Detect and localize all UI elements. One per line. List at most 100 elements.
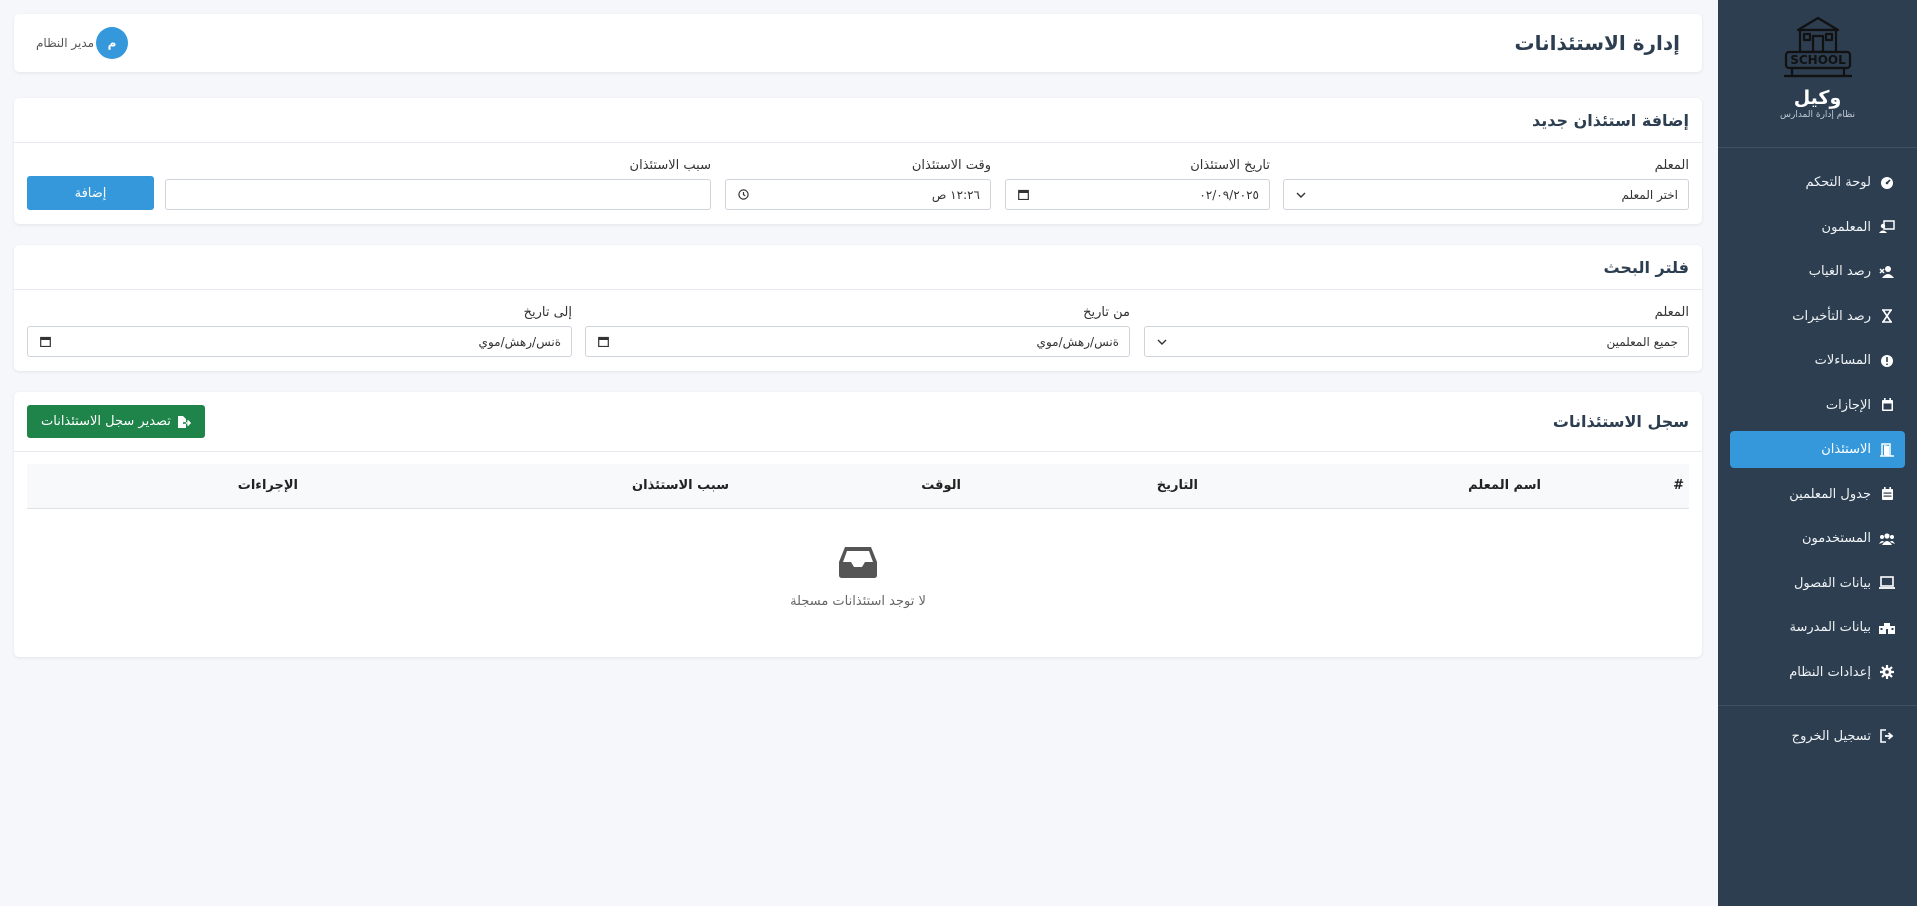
table-header: # اسم المعلم التاريخ الوقت سبب الاستئذان… <box>27 464 1689 509</box>
filter-card: فلتر البحث المعلم جميع المعلمين من تاريخ… <box>14 245 1702 371</box>
to-date-group: إلى تاريخ ةنس/رهش/موي <box>27 305 572 357</box>
sidebar-item-label: المستخدمون <box>1801 531 1871 546</box>
sidebar-item-label: الإجازات <box>1825 397 1871 413</box>
calendar-icon[interactable] <box>38 336 52 347</box>
column-header-reason: سبب الاستئذان <box>632 478 729 493</box>
date-input[interactable]: ٠٢/٠٩/٢٠٢٥ <box>1005 179 1270 210</box>
sidebar-item-teacher-schedule[interactable]: جدول المعلمين <box>1730 476 1905 513</box>
filter-header: فلتر البحث <box>14 245 1702 290</box>
export-button[interactable]: تصدير سجل الاستئذانات <box>27 405 205 438</box>
teacher-select-group: المعلم اختر المعلم <box>1283 158 1689 210</box>
filter-teacher-value: جميع المعلمين <box>1606 334 1678 349</box>
permissions-log-header: سجل الاستئذانات تصدير سجل الاستئذانات <box>14 392 1702 452</box>
hourglass-icon <box>1879 308 1895 324</box>
column-header-teacher-name: اسم المعلم <box>1468 478 1541 493</box>
empty-state: لا توجد استئذانات مسجلة <box>14 544 1702 609</box>
sidebar-item-accountability[interactable]: المساءلات <box>1730 342 1905 379</box>
calendar-icon[interactable] <box>1016 189 1030 200</box>
export-button-label: تصدير سجل الاستئذانات <box>41 414 171 429</box>
brand-name: وكيل <box>1793 87 1842 109</box>
column-header-time: الوقت <box>921 478 961 493</box>
sidebar-item-label: رصد الغياب <box>1808 264 1871 279</box>
sidebar: SCHOOL وكيل نظام إدارة المدارس لوحة التح… <box>1718 0 1917 906</box>
brand-subtitle: نظام إدارة المدارس <box>1780 110 1855 120</box>
logout-label: تسجيل الخروج <box>1791 728 1871 744</box>
calendar-icon[interactable] <box>596 336 610 347</box>
sidebar-item-label: إعدادات النظام <box>1789 664 1871 680</box>
filter-title: فلتر البحث <box>1603 257 1689 277</box>
sidebar-item-permissions[interactable]: الاستئذان <box>1730 431 1905 468</box>
time-label: وقت الاستئذان <box>911 158 991 173</box>
date-field-group: تاريخ الاستئذان ٠٢/٠٩/٢٠٢٥ <box>1005 158 1270 210</box>
chevron-down-icon <box>1294 192 1308 198</box>
user-menu[interactable]: مدير النظام م <box>36 27 129 59</box>
column-header-actions: الإجراءات <box>237 478 298 493</box>
sidebar-divider <box>1718 704 1917 706</box>
gear-icon <box>1879 664 1895 680</box>
filter-teacher-group: المعلم جميع المعلمين <box>1144 305 1689 357</box>
from-date-label: من تاريخ <box>1083 305 1130 320</box>
alert-icon <box>1879 353 1895 369</box>
sidebar-item-school[interactable]: بيانات المدرسة <box>1730 609 1905 646</box>
logout-button[interactable]: تسجيل الخروج <box>1730 718 1905 755</box>
school-icon <box>1879 620 1895 636</box>
sidebar-item-absence[interactable]: رصد الغياب <box>1730 253 1905 290</box>
sidebar-item-label: جدول المعلمين <box>1789 486 1871 502</box>
sidebar-item-label: رصد التأخيرات <box>1792 308 1871 324</box>
to-date-input[interactable]: ةنس/رهش/موي <box>27 326 572 357</box>
reason-label: سبب الاستئذان <box>629 158 711 173</box>
reason-field-group: سبب الاستئذان <box>165 158 711 210</box>
sidebar-item-classes[interactable]: بيانات الفصول <box>1730 565 1905 602</box>
sidebar-item-label: بيانات المدرسة <box>1789 620 1871 635</box>
sidebar-item-teachers[interactable]: المعلمون <box>1730 209 1905 246</box>
teacher-label: المعلم <box>1654 158 1689 173</box>
column-header-date: التاريخ <box>1156 478 1198 493</box>
user-x-icon <box>1879 264 1895 280</box>
inbox-icon <box>14 544 1702 584</box>
brand: SCHOOL وكيل نظام إدارة المدارس <box>1718 0 1917 148</box>
sidebar-item-label: بيانات الفصول <box>1793 575 1871 591</box>
sidebar-footer: تسجيل الخروج <box>1718 718 1917 755</box>
sidebar-item-dashboard[interactable]: لوحة التحكم <box>1730 164 1905 201</box>
calendar-icon <box>1879 397 1895 413</box>
sidebar-item-users[interactable]: المستخدمون <box>1730 520 1905 557</box>
clock-icon[interactable] <box>736 189 750 200</box>
sidebar-item-settings[interactable]: إعدادات النظام <box>1730 654 1905 691</box>
to-date-placeholder: ةنس/رهش/موي <box>478 334 561 349</box>
permissions-log-card: سجل الاستئذانات تصدير سجل الاستئذانات # … <box>14 392 1702 657</box>
door-icon <box>1879 442 1895 458</box>
chalkboard-icon <box>1879 575 1895 591</box>
sidebar-item-leaves[interactable]: الإجازات <box>1730 387 1905 424</box>
page-title: إدارة الاستئذانات <box>1514 31 1680 55</box>
permissions-log-title: سجل الاستئذانات <box>1552 412 1689 431</box>
column-header-index: # <box>1673 478 1684 493</box>
sidebar-item-label: لوحة التحكم <box>1805 175 1871 190</box>
teacher-icon <box>1879 219 1895 235</box>
avatar: م <box>96 27 129 59</box>
users-icon <box>1879 531 1895 547</box>
sidebar-item-delays[interactable]: رصد التأخيرات <box>1730 298 1905 335</box>
add-permission-card: إضافة استئذان جديد المعلم اختر المعلم تا… <box>14 98 1702 224</box>
time-field-group: وقت الاستئذان ١٢:٢٦ ص <box>725 158 991 210</box>
add-permission-button[interactable]: إضافة <box>27 176 154 210</box>
date-label: تاريخ الاستئذان <box>1190 158 1270 173</box>
dashboard-icon <box>1879 175 1895 191</box>
teacher-select-value: اختر المعلم <box>1621 187 1678 202</box>
time-input-value: ١٢:٢٦ ص <box>931 187 980 202</box>
from-date-group: من تاريخ ةنس/رهش/موي <box>585 305 1130 357</box>
teacher-select[interactable]: اختر المعلم <box>1283 179 1689 210</box>
file-export-icon <box>177 415 191 429</box>
schedule-icon <box>1879 486 1895 502</box>
sidebar-item-label: المعلمون <box>1821 219 1871 235</box>
from-date-input[interactable]: ةنس/رهش/موي <box>585 326 1130 357</box>
top-bar: إدارة الاستئذانات مدير النظام م <box>14 14 1702 72</box>
svg-text:SCHOOL: SCHOOL <box>1790 53 1846 67</box>
sidebar-item-label: المساءلات <box>1814 353 1871 368</box>
filter-teacher-label: المعلم <box>1654 305 1689 320</box>
sidebar-item-label: الاستئذان <box>1821 442 1871 457</box>
reason-input[interactable] <box>165 179 711 210</box>
from-date-placeholder: ةنس/رهش/موي <box>1036 334 1119 349</box>
time-input[interactable]: ١٢:٢٦ ص <box>725 179 991 210</box>
date-input-value: ٠٢/٠٩/٢٠٢٥ <box>1199 187 1259 202</box>
filter-teacher-select[interactable]: جميع المعلمين <box>1144 326 1689 357</box>
